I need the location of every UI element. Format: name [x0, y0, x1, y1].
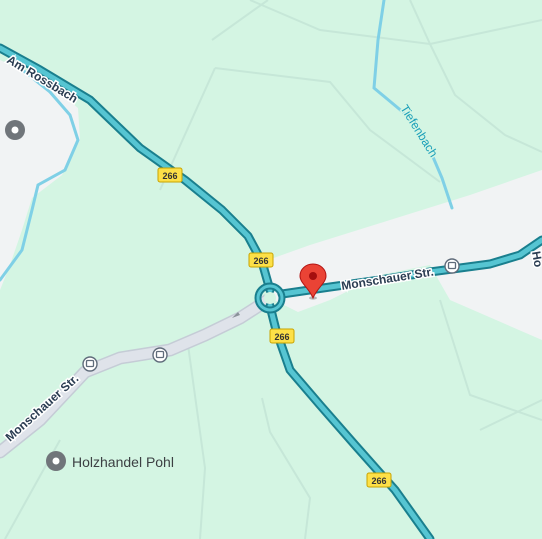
bus-stop-icon[interactable] — [444, 258, 460, 274]
place-pin-icon[interactable] — [5, 120, 25, 140]
bus-stop-icon[interactable] — [152, 347, 168, 363]
route-shield: 266 — [366, 472, 392, 488]
route-shield: 266 — [248, 252, 274, 268]
bus-stop-icon[interactable] — [82, 356, 98, 372]
route-shield-label: 266 — [162, 171, 177, 181]
map-canvas[interactable]: Am Rossbach Monschauer Str. Monschauer S… — [0, 0, 542, 539]
route-shield-label: 266 — [371, 476, 386, 486]
route-shield-label: 266 — [253, 256, 268, 266]
place-pin-icon[interactable] — [46, 451, 66, 471]
poi-label[interactable]: Holzhandel Pohl — [71, 453, 176, 472]
route-shield: 266 — [157, 167, 183, 183]
route-shield-label: 266 — [274, 332, 289, 342]
route-shield: 266 — [269, 328, 295, 344]
